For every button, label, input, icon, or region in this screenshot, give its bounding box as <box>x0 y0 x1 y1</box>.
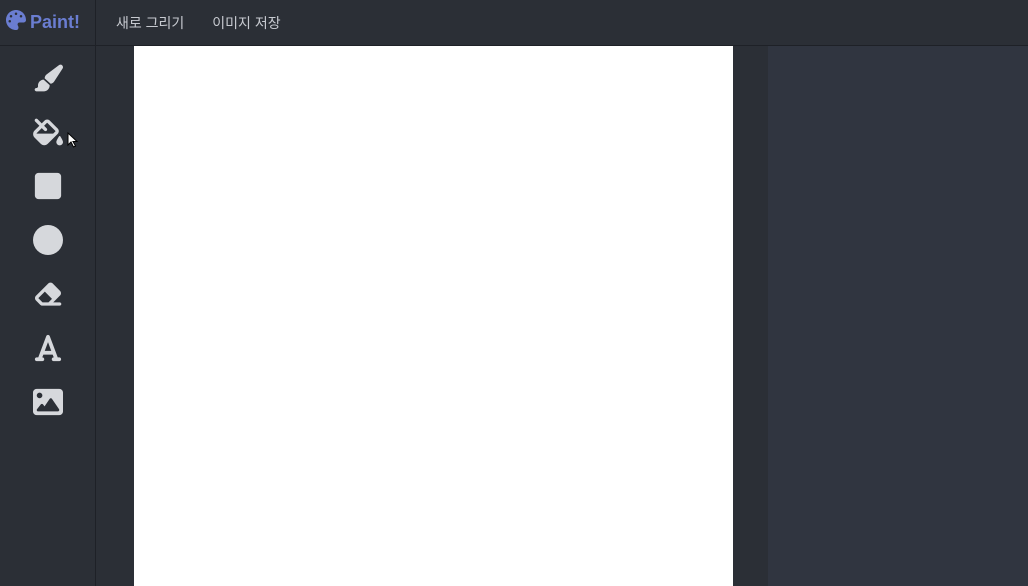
circle-icon <box>33 225 63 260</box>
fill-icon <box>33 117 63 152</box>
menu: 새로 그리기 이미지 저장 <box>96 13 281 33</box>
canvas-area <box>96 46 1028 586</box>
menu-save-image[interactable]: 이미지 저장 <box>212 13 280 33</box>
font-icon <box>33 333 63 368</box>
tool-fill[interactable] <box>24 118 72 150</box>
brush-icon <box>33 63 63 98</box>
eraser-icon <box>33 279 63 314</box>
palette-icon <box>6 10 26 35</box>
body-area <box>0 46 1028 586</box>
tool-circle[interactable] <box>24 226 72 258</box>
tool-rectangle[interactable] <box>24 172 72 204</box>
menu-new-drawing[interactable]: 새로 그리기 <box>116 13 184 33</box>
tool-image[interactable] <box>24 388 72 420</box>
logo-section[interactable]: Paint! <box>0 0 96 46</box>
image-icon <box>33 387 63 422</box>
tool-sidebar <box>0 46 96 586</box>
canvas[interactable] <box>134 46 733 586</box>
tool-text[interactable] <box>24 334 72 366</box>
header: Paint! 새로 그리기 이미지 저장 <box>0 0 1028 46</box>
square-icon <box>33 171 63 206</box>
logo-text: Paint! <box>30 12 80 33</box>
tool-brush[interactable] <box>24 64 72 96</box>
tool-eraser[interactable] <box>24 280 72 312</box>
right-panel <box>768 46 1028 586</box>
